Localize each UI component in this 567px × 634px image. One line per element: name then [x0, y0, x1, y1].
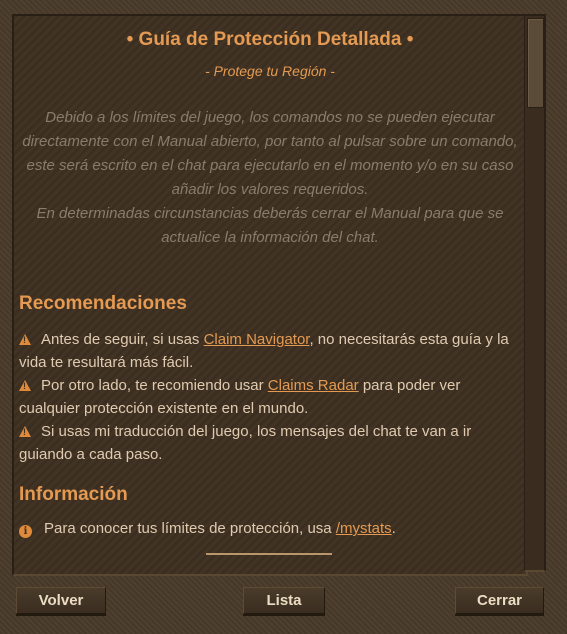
- mystats-command-link[interactable]: /mystats: [336, 520, 392, 537]
- informacion-list: i Para conocer tus límites de protección,…: [19, 517, 519, 540]
- page-title: • Guía de Protección Detallada •: [126, 29, 414, 50]
- section-heading-informacion: Información: [19, 484, 128, 505]
- item-text: Antes de seguir, si usas: [41, 331, 204, 348]
- page-subtitle: - Protege tu Región -: [205, 63, 335, 79]
- item-text: .: [391, 520, 396, 537]
- item-text: Para conocer tus límites de protección, …: [44, 520, 336, 537]
- claims-radar-link[interactable]: Claims Radar: [268, 377, 359, 394]
- list-item: Antes de seguir, si usas Claim Navigator…: [19, 328, 519, 374]
- item-text: Si usas mi traducción del juego, los men…: [19, 423, 472, 463]
- item-text: Por otro lado, te recomiendo usar: [41, 377, 268, 394]
- section-divider: [206, 553, 332, 555]
- list-item: Si usas mi traducción del juego, los men…: [19, 420, 519, 466]
- section-heading-recomendaciones: Recomendaciones: [19, 293, 187, 314]
- back-button[interactable]: Volver: [16, 587, 106, 614]
- warning-icon: [19, 380, 31, 391]
- list-item: i Para conocer tus límites de protección,…: [19, 517, 519, 540]
- warning-icon: [19, 426, 31, 437]
- info-icon: i: [19, 525, 32, 538]
- list-item: Por otro lado, te recomiendo usar Claims…: [19, 374, 519, 420]
- intro-paragraph-2: En determinadas circunstancias deberás c…: [36, 205, 504, 246]
- intro-paragraph-1: Debido a los límites del juego, los coma…: [22, 109, 518, 198]
- claim-navigator-link[interactable]: Claim Navigator: [204, 331, 310, 348]
- intro-text: Debido a los límites del juego, los coma…: [20, 106, 520, 250]
- close-button[interactable]: Cerrar: [455, 587, 544, 614]
- recomendaciones-list: Antes de seguir, si usas Claim Navigator…: [19, 328, 519, 466]
- warning-icon: [19, 334, 31, 345]
- list-button[interactable]: Lista: [243, 587, 325, 614]
- scrollbar[interactable]: [524, 14, 546, 572]
